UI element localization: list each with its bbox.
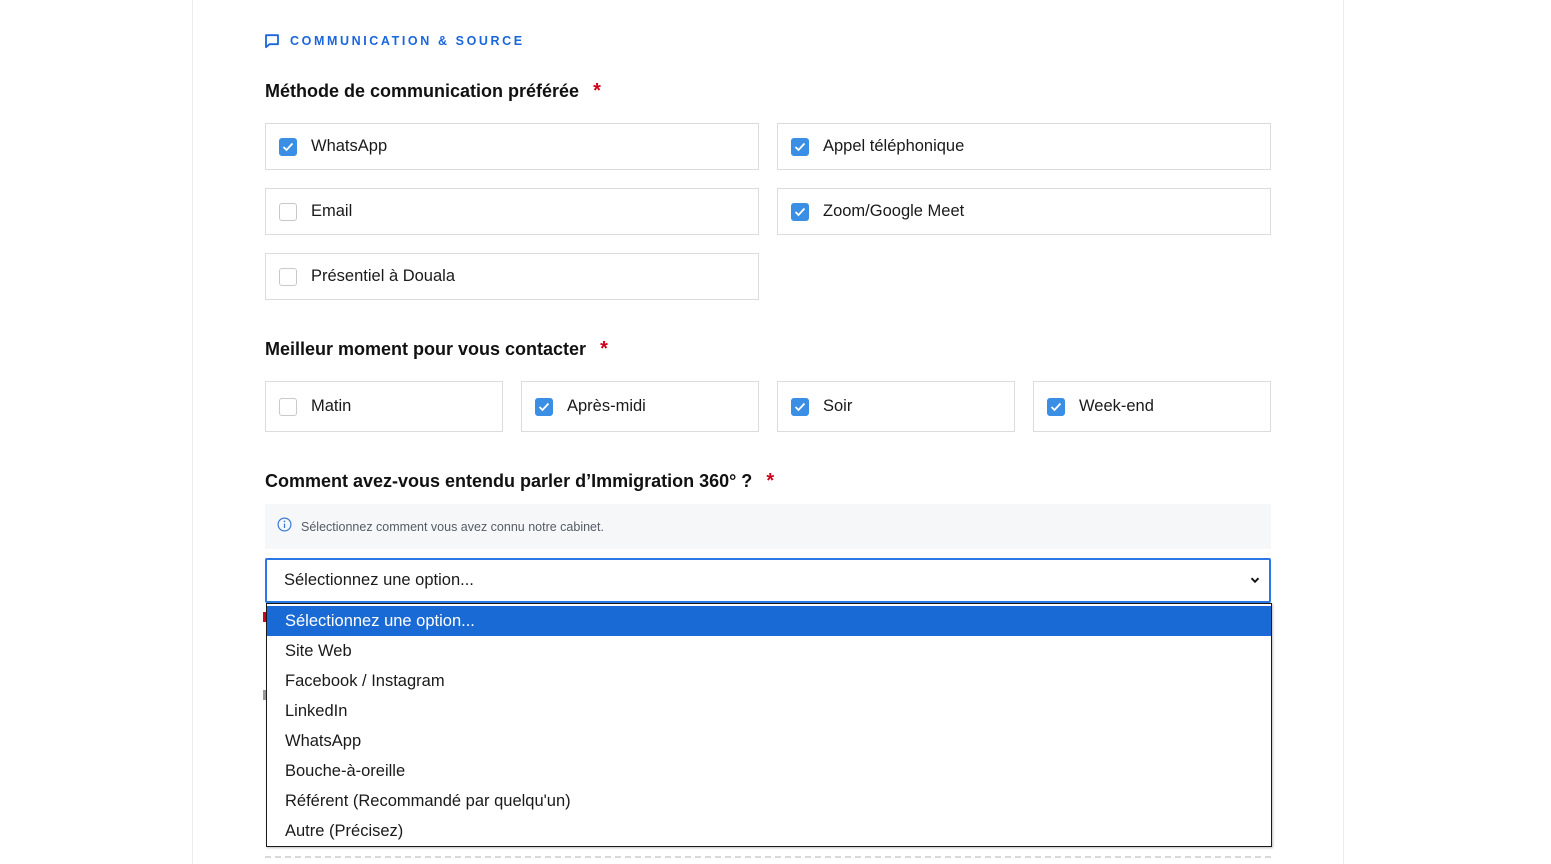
option-label: Présentiel à Douala [311,267,456,285]
hint-text: Sélectionnez comment vous avez connu not… [301,519,604,534]
checkbox-option-zoom-meet[interactable]: Zoom/Google Meet [777,188,1271,235]
checkbox-option-whatsapp[interactable]: WhatsApp [265,123,759,170]
chevron-down-icon [1249,573,1261,591]
checkbox-option-weekend[interactable]: Week-end [1033,381,1271,432]
checkmark-icon [794,402,806,411]
question-label: Meilleur moment pour vous contacter [265,339,587,359]
checkbox[interactable] [791,202,809,221]
checkbox[interactable] [279,202,297,221]
section-title: COMMUNICATION & SOURCE [290,34,525,48]
option-label: WhatsApp [311,137,388,155]
checkbox-option-email[interactable]: Email [265,188,759,235]
option-label: Appel téléphonique [823,137,965,155]
checkbox[interactable] [279,267,297,286]
section-header: COMMUNICATION & SOURCE [264,31,525,51]
checkbox-option-in-person-douala[interactable]: Présentiel à Douala [265,253,759,300]
required-asterisk: * [766,470,775,492]
checkbox[interactable] [791,397,809,416]
checkbox[interactable] [535,397,553,416]
info-icon [277,516,292,537]
option-label: Après-midi [567,397,646,415]
dropdown-option-whatsapp[interactable]: WhatsApp [267,726,1271,756]
option-label: Week-end [1079,397,1154,415]
select-value: Sélectionnez une option... [284,571,474,589]
checkbox[interactable] [1047,397,1065,416]
checkbox-option-phone-call[interactable]: Appel téléphonique [777,123,1271,170]
hint-box: Sélectionnez comment vous avez connu not… [265,504,1271,549]
checkbox-option-evening[interactable]: Soir [777,381,1015,432]
option-label: Soir [823,397,853,415]
dropdown-option-referral[interactable]: Référent (Recommandé par quelqu'un) [267,786,1271,816]
question-best-time: Meilleur moment pour vous contacter * [265,338,608,361]
checkmark-icon [1050,402,1062,411]
checkmark-icon [794,207,806,216]
option-label: Zoom/Google Meet [823,202,965,220]
checkbox[interactable] [279,137,297,156]
required-asterisk: * [600,338,608,360]
dropdown-option-placeholder[interactable]: Sélectionnez une option... [267,606,1271,636]
question-label: Comment avez-vous entendu parler d’Immig… [265,471,753,491]
next-field-outline [265,856,1271,864]
checkbox-option-afternoon[interactable]: Après-midi [521,381,759,432]
option-label: Matin [311,397,352,415]
question-label: Méthode de communication préférée [265,81,580,101]
select-dropdown-list[interactable]: Sélectionnez une option... Site Web Face… [266,603,1272,847]
chat-bubble-icon [264,33,280,49]
required-asterisk: * [593,80,601,102]
dropdown-option-website[interactable]: Site Web [267,636,1271,666]
dropdown-option-facebook-instagram[interactable]: Facebook / Instagram [267,666,1271,696]
checkmark-icon [282,142,294,151]
checkbox-option-morning[interactable]: Matin [265,381,503,432]
checkmark-icon [794,142,806,151]
referral-source-select[interactable]: Sélectionnez une option... [265,558,1271,603]
checkmark-icon [538,402,550,411]
checkbox[interactable] [279,397,297,416]
dropdown-option-linkedin[interactable]: LinkedIn [267,696,1271,726]
question-communication-method: Méthode de communication préférée * [265,80,601,103]
question-referral-source: Comment avez-vous entendu parler d’Immig… [265,470,774,493]
dropdown-option-other[interactable]: Autre (Précisez) [267,816,1271,846]
dropdown-option-word-of-mouth[interactable]: Bouche-à-oreille [267,756,1271,786]
option-label: Email [311,202,353,220]
checkbox[interactable] [791,137,809,156]
